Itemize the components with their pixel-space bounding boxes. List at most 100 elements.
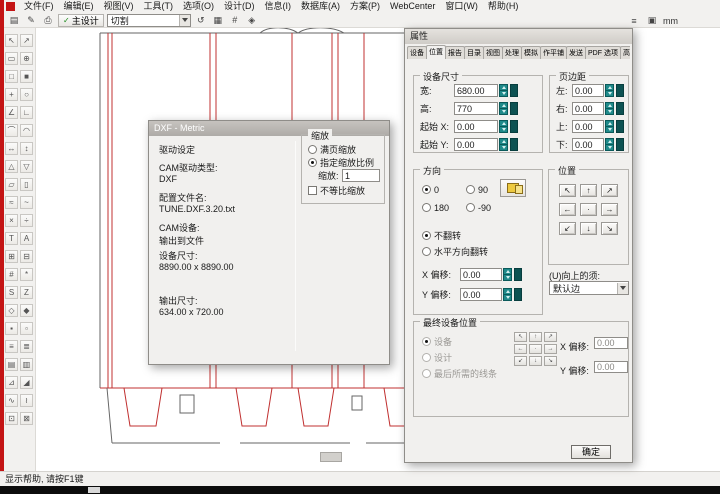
hamburger-icon[interactable]: ≡: [627, 14, 641, 27]
taskbar[interactable]: [0, 486, 720, 494]
tool-icon[interactable]: ▫: [20, 322, 33, 335]
tool-icon[interactable]: ×: [5, 214, 18, 227]
spinner-aux-button[interactable]: [616, 138, 624, 151]
tool-icon[interactable]: S: [5, 286, 18, 299]
tab-pdf-options[interactable]: PDF 选项: [585, 46, 621, 59]
menu-webcenter[interactable]: WebCenter: [385, 0, 440, 13]
position-grid-button[interactable]: ↘: [601, 222, 618, 235]
tool-icon[interactable]: ▤: [5, 358, 18, 371]
final-grid-button[interactable]: ←: [514, 344, 527, 354]
tool-icon[interactable]: ↖: [5, 34, 18, 47]
spinner-aux-button[interactable]: [510, 102, 518, 115]
radio-device[interactable]: 设备: [422, 336, 452, 347]
final-grid-button[interactable]: ↘: [544, 356, 557, 366]
edit-icon[interactable]: ✎: [24, 14, 38, 27]
spinner[interactable]: [499, 120, 508, 133]
spinner[interactable]: [503, 268, 512, 281]
tab-directory[interactable]: 目录: [464, 46, 484, 59]
radio-rotate-neg90[interactable]: -90: [466, 202, 491, 213]
tool-icon[interactable]: ≈: [5, 196, 18, 209]
width-input[interactable]: [454, 84, 498, 97]
position-grid-button[interactable]: ↓: [580, 222, 597, 235]
final-grid-button[interactable]: →: [544, 344, 557, 354]
tool-icon[interactable]: T: [5, 232, 18, 245]
tool-icon[interactable]: ÷: [20, 214, 33, 227]
radio-rotate-180[interactable]: 180: [422, 202, 449, 213]
combo-arrow-icon[interactable]: [179, 15, 190, 26]
height-input[interactable]: [454, 102, 498, 115]
radio-specify-scale[interactable]: 指定缩放比例: [308, 157, 374, 168]
tab-position[interactable]: 位置: [426, 45, 446, 59]
radio-rotate-90[interactable]: 90: [466, 184, 488, 195]
tool-icon[interactable]: ⊿: [5, 376, 18, 389]
tool-icon[interactable]: ⊕: [20, 52, 33, 65]
spinner-aux-button[interactable]: [510, 120, 518, 133]
tool-icon[interactable]: ▯: [20, 178, 33, 191]
menu-tools[interactable]: 工具(T): [139, 0, 179, 13]
tool-icon[interactable]: ↗: [20, 34, 33, 47]
top-margin-input[interactable]: [572, 120, 604, 133]
menu-database[interactable]: 数据库(A): [296, 0, 345, 13]
main-design-button[interactable]: ✓ 主设计: [58, 14, 104, 27]
tool-icon[interactable]: ▱: [5, 178, 18, 191]
radio-no-flip[interactable]: 不翻转: [422, 230, 461, 241]
tool-icon[interactable]: A: [20, 232, 33, 245]
tool-icon[interactable]: ◆: [20, 304, 33, 317]
y-offset-input[interactable]: [460, 288, 502, 301]
spinner-aux-button[interactable]: [510, 138, 518, 151]
tab-simulate[interactable]: 模拟: [521, 46, 541, 59]
position-grid-button[interactable]: ↖: [559, 184, 576, 197]
menu-info[interactable]: 信息(I): [260, 0, 297, 13]
bottom-margin-input[interactable]: [572, 138, 604, 151]
spinner[interactable]: [605, 120, 614, 133]
tool-icon[interactable]: ◠: [20, 124, 33, 137]
menu-options[interactable]: 选项(O): [178, 0, 219, 13]
up-side-combo[interactable]: 默认边: [549, 281, 629, 295]
spinner[interactable]: [605, 84, 614, 97]
tool-icon[interactable]: ▭: [5, 52, 18, 65]
spinner-aux-button[interactable]: [514, 268, 522, 281]
tool-icon[interactable]: ▽: [20, 160, 33, 173]
tool-icon[interactable]: ≡: [5, 340, 18, 353]
left-margin-input[interactable]: [572, 84, 604, 97]
final-grid-button[interactable]: ↑: [529, 332, 542, 342]
tool-icon[interactable]: ∿: [5, 394, 18, 407]
position-grid-button[interactable]: ·: [580, 203, 597, 216]
hash-icon[interactable]: #: [228, 14, 242, 27]
undo-icon[interactable]: ↺: [194, 14, 208, 27]
start-y-input[interactable]: [454, 138, 498, 151]
tool-icon[interactable]: ■: [20, 70, 33, 83]
tab-device[interactable]: 设备: [407, 46, 427, 59]
taskbar-item[interactable]: [88, 487, 100, 493]
spinner[interactable]: [503, 288, 512, 301]
tool-icon[interactable]: ⌒: [5, 124, 18, 137]
menu-project[interactable]: 方案(P): [345, 0, 385, 13]
right-margin-input[interactable]: [572, 102, 604, 115]
spinner[interactable]: [605, 138, 614, 151]
tab-send[interactable]: 发送: [566, 46, 586, 59]
combo-arrow-icon[interactable]: [617, 283, 628, 294]
menu-view[interactable]: 视图(V): [99, 0, 139, 13]
tab-tile[interactable]: 作平铺: [540, 46, 567, 59]
final-grid-button[interactable]: ↙: [514, 356, 527, 366]
final-x-offset-input[interactable]: [594, 337, 628, 349]
radio-design[interactable]: 设计: [422, 352, 452, 363]
final-y-offset-input[interactable]: [594, 361, 628, 373]
tool-icon[interactable]: ▥: [20, 358, 33, 371]
tab-report[interactable]: 报告: [445, 46, 465, 59]
spinner[interactable]: [499, 84, 508, 97]
radio-horizontal-flip[interactable]: 水平方向翻转: [422, 246, 488, 257]
tool-icon[interactable]: #: [5, 268, 18, 281]
tool-icon[interactable]: ≣: [20, 340, 33, 353]
tool-icon[interactable]: ∠: [5, 106, 18, 119]
tool-icon[interactable]: Z: [20, 286, 33, 299]
nonuniform-scale-checkbox[interactable]: 不等比缩放: [308, 185, 365, 196]
new-doc-icon[interactable]: ▤: [7, 14, 21, 27]
position-grid-button[interactable]: ↗: [601, 184, 618, 197]
tool-icon[interactable]: ◢: [20, 376, 33, 389]
tool-icon[interactable]: *: [20, 268, 33, 281]
menu-help[interactable]: 帮助(H): [483, 0, 524, 13]
layer-combo[interactable]: 切割: [107, 14, 191, 27]
spinner-aux-button[interactable]: [616, 120, 624, 133]
grid-icon[interactable]: ▦: [211, 14, 225, 27]
